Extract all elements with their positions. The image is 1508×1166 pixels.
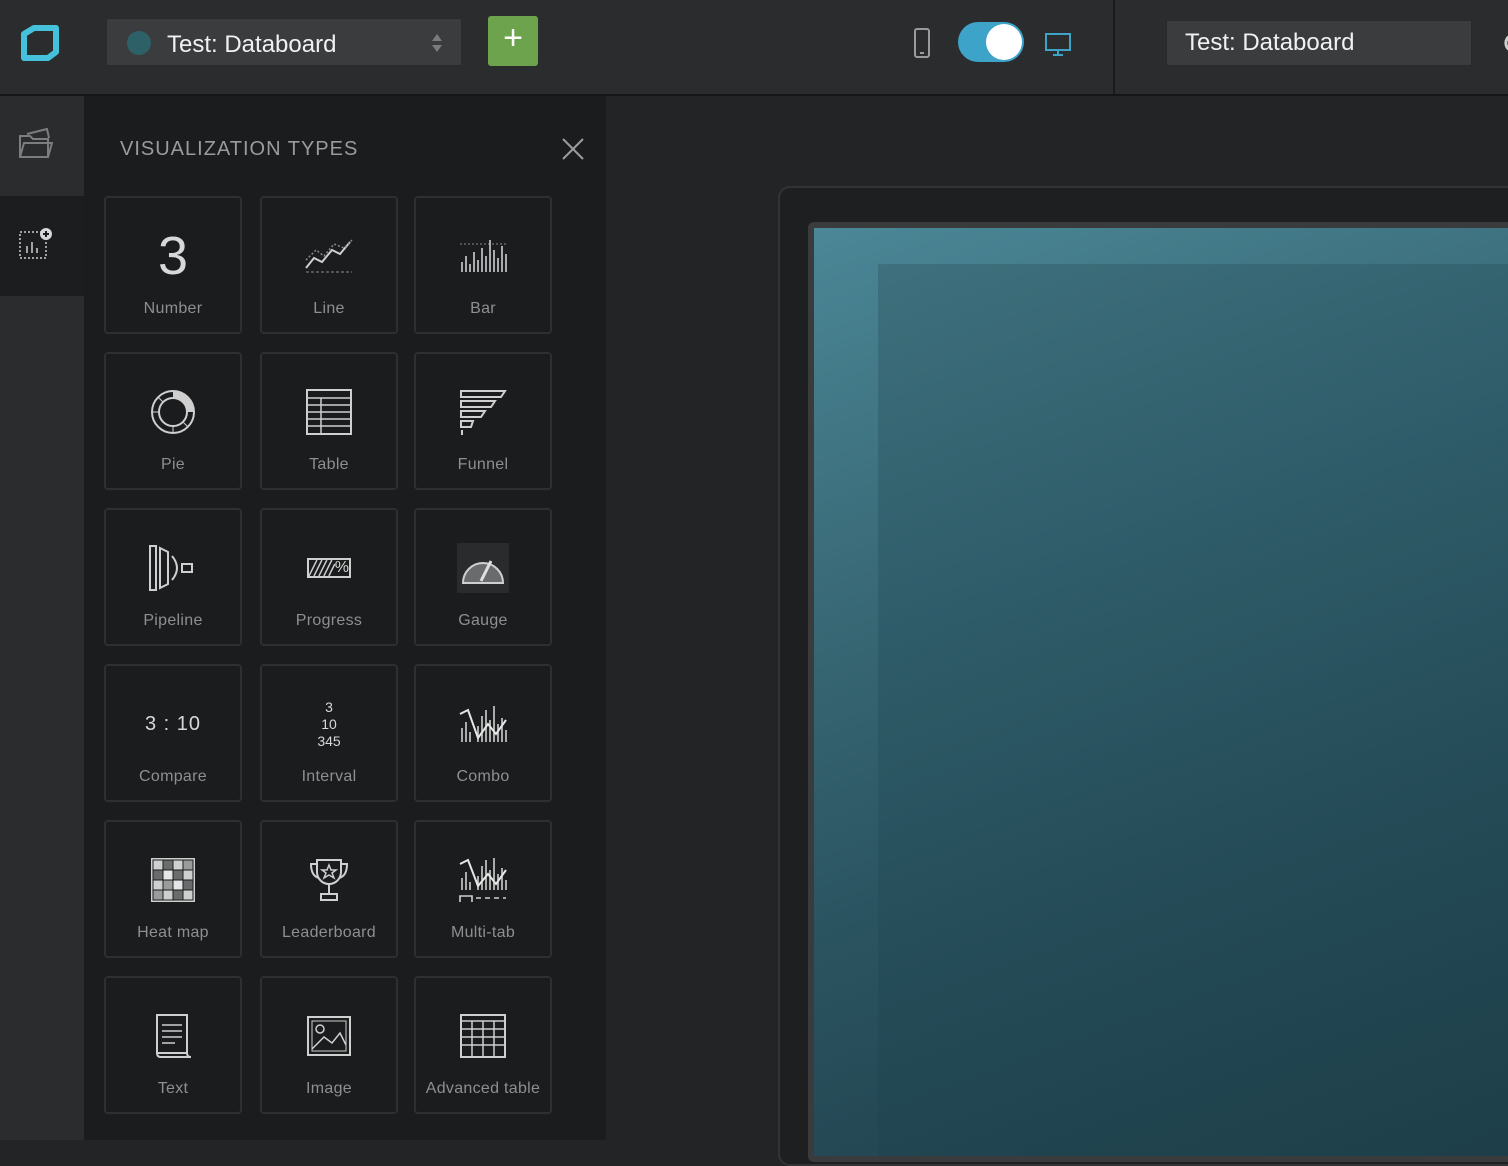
combo-chart-icon: [416, 696, 550, 752]
dashboard-color-dot: [127, 31, 151, 55]
viz-tile-label: Pie: [160, 456, 186, 473]
folder-icon: [19, 127, 53, 158]
top-bar: Test: Databoard +: [0, 0, 1508, 96]
dashboard-canvas[interactable]: [808, 222, 1508, 1162]
toggle-knob: [986, 24, 1022, 60]
viz-tile-advanced-table[interactable]: Advanced table: [414, 976, 552, 1114]
progress-fill-icon: [309, 560, 335, 576]
viz-tile-label: Progress: [295, 612, 363, 629]
viz-tile-progress[interactable]: % Progress: [260, 508, 398, 646]
viz-tile-funnel[interactable]: Funnel: [414, 352, 552, 490]
viz-tile-label: Advanced table: [425, 1080, 541, 1097]
line-chart-icon: [262, 228, 396, 284]
viz-tile-heat-map[interactable]: Heat map: [104, 820, 242, 958]
compare-icon: 3 : 10: [144, 712, 202, 735]
viz-tile-multi-tab[interactable]: Multi-tab: [414, 820, 552, 958]
multi-tab-icon: [416, 852, 550, 908]
viz-tile-label: Leaderboard: [281, 924, 377, 941]
plus-icon: +: [503, 19, 523, 57]
interval-icon: 3 10 345: [317, 698, 341, 749]
header-divider: [1113, 0, 1115, 94]
bar-chart-icon: [416, 228, 550, 284]
phone-icon[interactable]: [912, 28, 932, 58]
view-mode-toggle[interactable]: [958, 22, 1024, 62]
viz-tile-label: Interval: [301, 768, 357, 785]
image-icon: [262, 1008, 396, 1064]
select-arrows-icon: [432, 34, 442, 52]
left-rail: [0, 96, 84, 1140]
viz-tile-label: Gauge: [458, 612, 508, 629]
dashboard-title-input[interactable]: [1166, 20, 1472, 66]
viz-tile-label: Combo: [456, 768, 510, 785]
viz-tile-pie[interactable]: Pie: [104, 352, 242, 490]
viz-tile-label: Line: [313, 300, 345, 317]
viz-tile-label: Funnel: [457, 456, 509, 473]
rail-item-add-datablock[interactable]: [0, 196, 84, 296]
close-icon[interactable]: [560, 136, 586, 162]
viz-tile-label: Number: [143, 300, 203, 317]
viz-tile-gauge[interactable]: Gauge: [414, 508, 552, 646]
viz-tile-label: Text: [157, 1080, 189, 1097]
add-datablock-icon: [19, 228, 52, 259]
add-dashboard-button[interactable]: +: [488, 16, 538, 66]
viz-tile-image[interactable]: Image: [260, 976, 398, 1114]
visualization-types-panel: VISUALIZATION TYPES 3 Number Line Bar Pi…: [84, 96, 606, 1140]
dashboard-grid-area: [878, 264, 1508, 1156]
viz-tile-label: Pipeline: [143, 612, 203, 629]
gauge-icon: [416, 540, 550, 596]
rail-item-folders[interactable]: [0, 96, 84, 196]
pie-chart-icon: [106, 384, 240, 440]
viz-tile-bar[interactable]: Bar: [414, 196, 552, 334]
viz-tile-leaderboard[interactable]: Leaderboard: [260, 820, 398, 958]
partial-icon: [1504, 35, 1508, 51]
pipeline-icon: [106, 540, 240, 596]
table-icon: [262, 384, 396, 440]
viz-tile-label: Bar: [470, 300, 496, 317]
panel-title: VISUALIZATION TYPES: [120, 138, 359, 160]
funnel-icon: [416, 384, 550, 440]
advanced-table-icon: [416, 1008, 550, 1064]
databox-logo-icon[interactable]: [18, 24, 62, 62]
trophy-icon: [262, 852, 396, 908]
viz-tile-label: Image: [306, 1080, 352, 1097]
viz-tile-combo[interactable]: Combo: [414, 664, 552, 802]
heat-map-icon: [106, 852, 240, 908]
viz-tile-number[interactable]: 3 Number: [104, 196, 242, 334]
progress-icon: %: [262, 540, 396, 596]
viz-tile-compare[interactable]: 3 : 10 Compare: [104, 664, 242, 802]
viz-tile-pipeline[interactable]: Pipeline: [104, 508, 242, 646]
viz-tile-label: Table: [309, 456, 349, 473]
viz-tile-interval[interactable]: 3 10 345 Interval: [260, 664, 398, 802]
number-icon: 3: [157, 226, 189, 286]
viz-tile-text[interactable]: Text: [104, 976, 242, 1114]
viz-tile-label: Multi-tab: [450, 924, 516, 941]
viz-tile-label: Heat map: [137, 924, 209, 941]
viz-tile-label: Compare: [139, 768, 207, 785]
text-document-icon: [106, 1008, 240, 1064]
desktop-icon[interactable]: [1044, 30, 1072, 58]
viz-tile-line[interactable]: Line: [260, 196, 398, 334]
dashboard-selector[interactable]: Test: Databoard: [106, 18, 462, 66]
viz-tile-table[interactable]: Table: [260, 352, 398, 490]
dashboard-name: Test: Databoard: [167, 31, 337, 58]
